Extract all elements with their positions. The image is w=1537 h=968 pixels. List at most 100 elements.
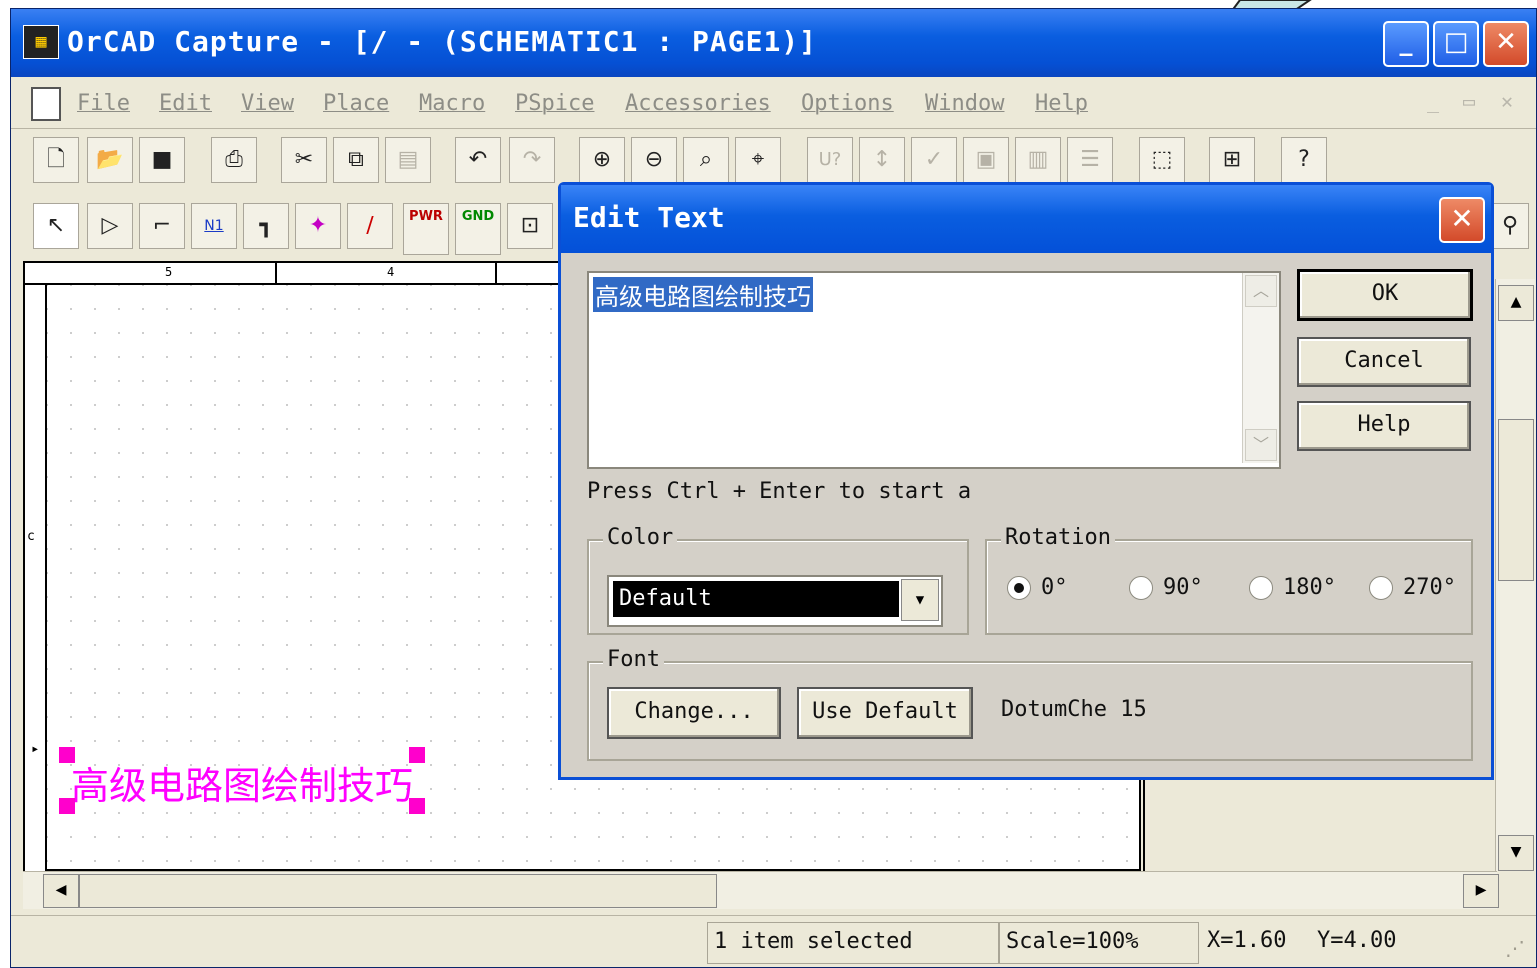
new-icon[interactable]: 🗋 bbox=[33, 137, 79, 183]
place-bus-icon[interactable]: ┓ bbox=[243, 203, 289, 249]
print-icon[interactable]: ⎙ bbox=[211, 137, 257, 183]
rotation-180-label: 180° bbox=[1283, 575, 1336, 600]
place-hierarchical-block-icon[interactable]: ⊡ bbox=[507, 203, 553, 249]
ruler-mark: 5 bbox=[165, 265, 173, 279]
status-scale: Scale=100% bbox=[999, 922, 1199, 964]
dialog-title: Edit Text bbox=[573, 201, 725, 234]
paste-icon[interactable]: ▤ bbox=[385, 137, 431, 183]
port-arrow-icon: ▸ bbox=[31, 741, 40, 757]
resize-grip-icon[interactable]: ⋰ bbox=[1505, 936, 1525, 960]
place-junction-icon[interactable]: ✦ bbox=[295, 203, 341, 249]
dropdown-arrow-icon[interactable]: ▼ bbox=[901, 579, 939, 621]
selection-handle[interactable] bbox=[59, 747, 75, 763]
selection-handle[interactable] bbox=[409, 747, 426, 763]
color-select[interactable]: Default ▼ bbox=[607, 575, 943, 627]
horizontal-scrollbar[interactable]: ◀ ▶ bbox=[23, 871, 1499, 909]
text-scroll-up-icon[interactable]: ︿ bbox=[1245, 275, 1277, 307]
left-border-ruler: c ▸ bbox=[25, 285, 47, 871]
radio-selected-icon[interactable] bbox=[1007, 576, 1031, 600]
mdi-restore-icon[interactable]: ▭ bbox=[1463, 89, 1475, 113]
zoom-area-icon[interactable]: ⌕ bbox=[683, 137, 729, 183]
radio-icon[interactable] bbox=[1369, 576, 1393, 600]
text-scroll-down-icon[interactable]: ﹀ bbox=[1245, 429, 1277, 461]
menu-place[interactable]: Place bbox=[323, 91, 389, 116]
menu-window[interactable]: Window bbox=[925, 91, 1004, 116]
use-default-font-button[interactable]: Use Default bbox=[797, 687, 973, 739]
cancel-button[interactable]: Cancel bbox=[1297, 337, 1471, 387]
save-icon[interactable]: ■ bbox=[139, 137, 185, 183]
placed-text-value: 高级电路图绘制技巧 bbox=[71, 764, 414, 808]
radio-icon[interactable] bbox=[1129, 576, 1153, 600]
place-part-icon[interactable]: ▷ bbox=[87, 203, 133, 249]
menu-edit[interactable]: Edit bbox=[159, 91, 212, 116]
vertical-scroll-thumb[interactable] bbox=[1498, 419, 1534, 581]
cut-icon[interactable]: ✂ bbox=[281, 137, 327, 183]
vertical-scrollbar[interactable]: ▲ ▼ bbox=[1495, 279, 1535, 871]
menu-accessories[interactable]: Accessories bbox=[625, 91, 771, 116]
menu-help[interactable]: Help bbox=[1035, 91, 1088, 116]
selection-handle[interactable] bbox=[59, 798, 75, 814]
place-power-icon[interactable]: PWR bbox=[403, 203, 449, 255]
title-bar[interactable]: ▦ OrCAD Capture - [/ - (SCHEMATIC1 : PAG… bbox=[11, 9, 1536, 77]
project-manager-icon[interactable]: ⊞ bbox=[1209, 137, 1255, 183]
change-font-button[interactable]: Change... bbox=[607, 687, 781, 739]
placed-text-object[interactable]: 高级电路图绘制技巧 bbox=[59, 747, 426, 814]
text-input-scrollbar[interactable]: ︿ ﹀ bbox=[1242, 273, 1279, 463]
zoom-in-icon[interactable]: ⊕ bbox=[579, 137, 625, 183]
menu-macro[interactable]: Macro bbox=[419, 91, 485, 116]
drc-icon[interactable]: ✓ bbox=[911, 137, 957, 183]
cross-reference-icon[interactable]: ▥ bbox=[1015, 137, 1061, 183]
help-button[interactable]: Help bbox=[1297, 401, 1471, 451]
zoom-out-icon[interactable]: ⊖ bbox=[631, 137, 677, 183]
open-icon[interactable]: 📂 bbox=[87, 137, 133, 183]
bill-of-materials-icon[interactable]: ☰ bbox=[1067, 137, 1113, 183]
dialog-close-button[interactable]: ✕ bbox=[1439, 197, 1485, 243]
menu-view[interactable]: View bbox=[241, 91, 294, 116]
annotate-icon[interactable]: U? bbox=[807, 137, 853, 183]
ok-button[interactable]: OK bbox=[1297, 269, 1473, 321]
zoom-all-icon[interactable]: ⌖ bbox=[735, 137, 781, 183]
copy-icon[interactable]: ⧉ bbox=[333, 137, 379, 183]
place-wire-icon[interactable]: ⌐ bbox=[139, 203, 185, 249]
edit-text-dialog: Edit Text ✕ 高级电路图绘制技巧 ︿ ﹀ OK Cancel Help… bbox=[558, 182, 1494, 780]
place-ground-icon[interactable]: GND bbox=[455, 203, 501, 255]
scroll-up-icon[interactable]: ▲ bbox=[1498, 285, 1534, 321]
select-tool-icon[interactable]: ↖ bbox=[33, 203, 79, 249]
text-input[interactable]: 高级电路图绘制技巧 ︿ ﹀ bbox=[587, 271, 1281, 469]
dialog-title-bar[interactable]: Edit Text ✕ bbox=[561, 185, 1491, 253]
border-letter: c bbox=[27, 529, 35, 544]
place-pin-icon[interactable]: ⚲ bbox=[1491, 203, 1529, 249]
radio-icon[interactable] bbox=[1249, 576, 1273, 600]
document-icon[interactable] bbox=[31, 87, 61, 121]
font-label: Font bbox=[603, 647, 664, 672]
scroll-right-icon[interactable]: ▶ bbox=[1463, 874, 1499, 908]
status-x: X=1.60 bbox=[1207, 928, 1287, 953]
color-select-value: Default bbox=[613, 581, 899, 617]
menu-pspice[interactable]: PSpice bbox=[515, 91, 594, 116]
undo-icon[interactable]: ↶ bbox=[455, 137, 501, 183]
rotation-270-radio[interactable]: 270° bbox=[1369, 575, 1456, 600]
rotation-0-radio[interactable]: 0° bbox=[1007, 575, 1068, 600]
snap-to-grid-icon[interactable]: ⬚ bbox=[1139, 137, 1185, 183]
scroll-down-icon[interactable]: ▼ bbox=[1498, 835, 1534, 871]
menu-bar: File Edit View Place Macro PSpice Access… bbox=[11, 77, 1536, 129]
maximize-button[interactable]: □ bbox=[1433, 21, 1479, 67]
place-net-alias-icon[interactable]: N1 bbox=[191, 203, 237, 249]
place-bus-entry-icon[interactable]: ∕ bbox=[347, 203, 393, 249]
selection-handle[interactable] bbox=[409, 798, 426, 814]
mdi-close-icon[interactable]: ✕ bbox=[1501, 89, 1513, 113]
rotation-90-radio[interactable]: 90° bbox=[1129, 575, 1203, 600]
rotation-0-label: 0° bbox=[1041, 575, 1068, 600]
help-icon[interactable]: ? bbox=[1281, 137, 1327, 183]
mdi-minimize-icon[interactable]: _ bbox=[1427, 89, 1439, 113]
horizontal-scroll-thumb[interactable] bbox=[79, 874, 717, 908]
menu-options[interactable]: Options bbox=[801, 91, 894, 116]
back-annotate-icon[interactable]: ↕ bbox=[859, 137, 905, 183]
scroll-left-icon[interactable]: ◀ bbox=[43, 874, 79, 908]
minimize-button[interactable]: _ bbox=[1383, 21, 1429, 67]
close-button[interactable]: ✕ bbox=[1483, 21, 1529, 67]
menu-file[interactable]: File bbox=[77, 91, 130, 116]
netlist-icon[interactable]: ▣ bbox=[963, 137, 1009, 183]
rotation-180-radio[interactable]: 180° bbox=[1249, 575, 1336, 600]
redo-icon[interactable]: ↷ bbox=[509, 137, 555, 183]
